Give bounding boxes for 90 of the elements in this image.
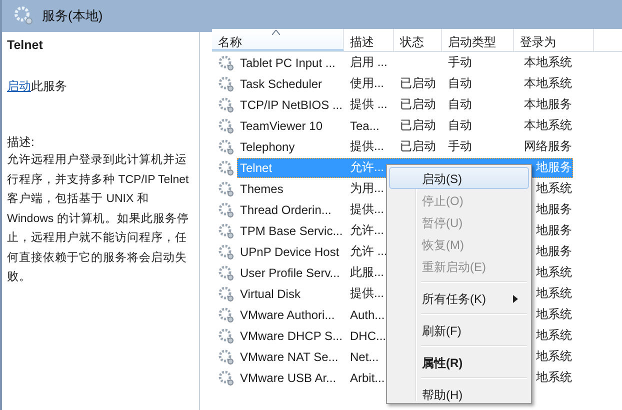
table-cell-text: 地服务 bbox=[535, 243, 572, 260]
table-cell-text: 地系统 bbox=[535, 348, 572, 365]
menu-item[interactable]: 刷新(F) bbox=[389, 319, 529, 341]
service-name-cell[interactable]: TPM Base Servic... bbox=[238, 224, 348, 238]
gear-icon bbox=[14, 6, 34, 26]
gear-icon bbox=[218, 96, 234, 112]
gear-icon bbox=[218, 348, 234, 364]
service-name-cell[interactable]: VMware DHCP S... bbox=[238, 328, 348, 342]
sort-icon bbox=[272, 30, 280, 35]
gear-icon bbox=[218, 370, 234, 386]
table-cell-text: 本地服务 bbox=[523, 96, 572, 113]
gear-icon bbox=[218, 76, 234, 92]
gear-icon bbox=[218, 264, 234, 280]
gear-icon bbox=[218, 244, 234, 260]
column-header[interactable]: 名称 bbox=[212, 29, 344, 51]
gear-icon bbox=[218, 222, 234, 238]
table-cell-text: 允许 ... bbox=[349, 243, 388, 260]
column-header[interactable]: 状态 bbox=[394, 29, 442, 51]
table-cell-text: 本地系统 bbox=[523, 75, 572, 92]
table-cell-text: 地服务 bbox=[535, 159, 572, 176]
description-text: 允许远程用户登录到此计算机并运行程序，并支持多种 TCP/IP Telnet 客户端，包括基于 UNIX 和 Windows 的计算机。如果此服务停止，远程用户就不能访问程序，任何直接依赖于它的服务将会启动失败。 bbox=[7, 152, 190, 285]
table-cell-text: 地系统 bbox=[535, 285, 572, 302]
table-cell-text: 启用 ... bbox=[349, 54, 388, 71]
table-cell-text: 手动 bbox=[447, 138, 473, 155]
service-name-cell[interactable]: Task Scheduler bbox=[238, 76, 348, 90]
menu-item[interactable]: 所有任务(K) bbox=[389, 287, 529, 309]
table-cell-text: 已启动 bbox=[399, 96, 437, 113]
service-name-cell[interactable]: User Profile Serv... bbox=[238, 266, 348, 280]
gear-icon bbox=[218, 118, 234, 134]
service-name-cell[interactable]: Tablet PC Input ... bbox=[238, 56, 348, 70]
gear-icon bbox=[218, 180, 234, 196]
menu-item[interactable]: 启动(S) bbox=[389, 167, 529, 189]
service-name-cell[interactable]: TeamViewer 10 bbox=[238, 118, 348, 132]
service-name-cell[interactable]: UPnP Device Host bbox=[238, 244, 348, 258]
table-cell-text: 已启动 bbox=[399, 138, 437, 155]
table-cell-text: Tea... bbox=[349, 118, 380, 132]
menu-item[interactable]: 属性(R) bbox=[389, 351, 529, 373]
table-cell-text: 自动 bbox=[447, 96, 473, 113]
table-cell-text: Auth... bbox=[349, 308, 386, 322]
table-cell-text: 提供... bbox=[349, 138, 386, 155]
service-name-cell[interactable]: Themes bbox=[238, 182, 348, 196]
description-label: 描述: bbox=[7, 134, 36, 151]
table-cell-text: 地系统 bbox=[535, 327, 572, 344]
gear-icon bbox=[218, 202, 234, 218]
table-cell-text: 地系统 bbox=[535, 264, 572, 281]
service-name-cell[interactable]: TCP/IP NetBIOS ... bbox=[238, 98, 348, 112]
gear-icon bbox=[218, 328, 234, 344]
gear-icon bbox=[218, 160, 234, 176]
column-header[interactable]: 描述 bbox=[344, 29, 394, 51]
table-cell-text: 已启动 bbox=[399, 75, 437, 92]
table-cell-text: 本地系统 bbox=[523, 54, 572, 71]
menu-item[interactable]: 帮助(H) bbox=[389, 383, 529, 405]
column-header[interactable]: 登录为 bbox=[514, 29, 594, 51]
gear-icon bbox=[218, 286, 234, 302]
table-cell-text: DHC... bbox=[349, 328, 387, 342]
service-name-cell[interactable]: Thread Orderin... bbox=[238, 202, 348, 216]
table-cell-text: Net... bbox=[349, 350, 380, 364]
table-cell-text: 自动 bbox=[447, 75, 473, 92]
table-cell-text: 提供... bbox=[349, 201, 386, 218]
gear-icon bbox=[218, 138, 234, 154]
header-title: 服务(本地) bbox=[42, 7, 103, 25]
table-cell-text: 地服务 bbox=[535, 201, 572, 218]
start-link[interactable]: 启动 bbox=[7, 79, 31, 93]
action-text: 此服务 bbox=[31, 79, 67, 93]
table-cell-text: 自动 bbox=[447, 117, 473, 134]
service-name-cell[interactable]: Virtual Disk bbox=[238, 286, 348, 300]
service-name-cell[interactable]: VMware Authori... bbox=[238, 308, 348, 322]
gear-icon bbox=[218, 306, 234, 322]
service-name-cell[interactable]: VMware NAT Se... bbox=[238, 350, 348, 364]
table-cell-text: 地系统 bbox=[535, 180, 572, 197]
gear-icon bbox=[218, 54, 234, 70]
table-cell-text: 本地系统 bbox=[523, 117, 572, 134]
table-cell-text: 使用... bbox=[349, 75, 386, 92]
table-cell-text: 提供 ... bbox=[349, 96, 388, 113]
column-header[interactable]: 启动类型 bbox=[442, 29, 514, 51]
table-cell-text: 地服务 bbox=[535, 222, 572, 239]
table-cell-text: 此服... bbox=[349, 264, 386, 281]
table-cell-text: 地系统 bbox=[535, 369, 572, 386]
table-cell-text: 提供... bbox=[349, 285, 386, 302]
table-cell-text: 已启动 bbox=[399, 117, 437, 134]
table-cell-text: 允许... bbox=[349, 222, 386, 239]
table-cell-text: 为用... bbox=[349, 180, 386, 197]
table-cell-text: 手动 bbox=[447, 54, 473, 71]
table-cell-text: 网络服务 bbox=[523, 138, 572, 155]
service-name: Telnet bbox=[7, 38, 44, 54]
service-name-cell[interactable]: Telephony bbox=[238, 140, 348, 154]
service-name-cell[interactable]: VMware USB Ar... bbox=[238, 370, 348, 384]
table-cell-text: 允许... bbox=[349, 159, 386, 176]
table-cell-text: 地系统 bbox=[535, 306, 572, 323]
table-cell-text: Arbit... bbox=[349, 370, 386, 384]
